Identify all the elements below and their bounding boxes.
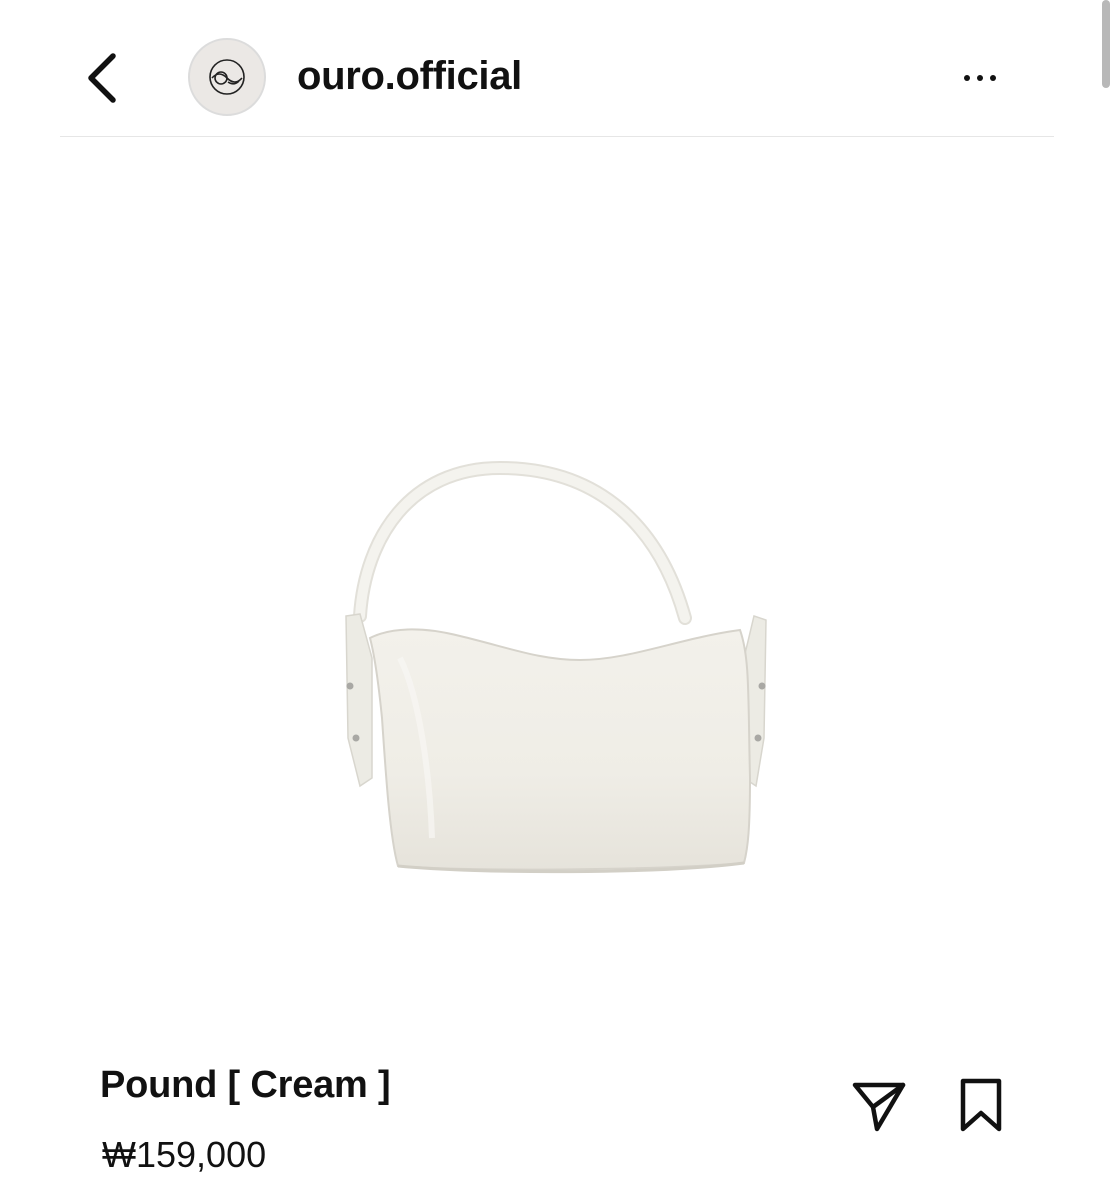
send-icon — [852, 1082, 906, 1132]
post-header: ouro.official — [60, 0, 1054, 137]
save-button[interactable] — [948, 1072, 1014, 1138]
product-price: ₩159,000 — [102, 1134, 267, 1175]
product-image[interactable] — [60, 138, 1054, 1038]
product-post-page: ouro.official Pound [Cream] ₩159,000 — [0, 0, 1112, 1200]
username[interactable]: ouro.official — [297, 54, 522, 99]
avatar[interactable] — [188, 38, 266, 116]
brand-logo-icon — [209, 59, 245, 95]
more-horizontal-icon — [964, 75, 970, 81]
more-dot — [990, 75, 996, 81]
bookmark-icon — [960, 1078, 1002, 1132]
scrollbar[interactable] — [1102, 0, 1110, 88]
more-dot — [977, 75, 983, 81]
cream-bag-illustration — [345, 460, 767, 874]
product-title: Pound [ Cream ] — [100, 1064, 391, 1106]
chevron-left-icon — [88, 53, 116, 103]
share-button[interactable] — [846, 1072, 912, 1138]
back-button[interactable] — [80, 48, 124, 108]
more-options-button[interactable] — [952, 58, 1008, 98]
